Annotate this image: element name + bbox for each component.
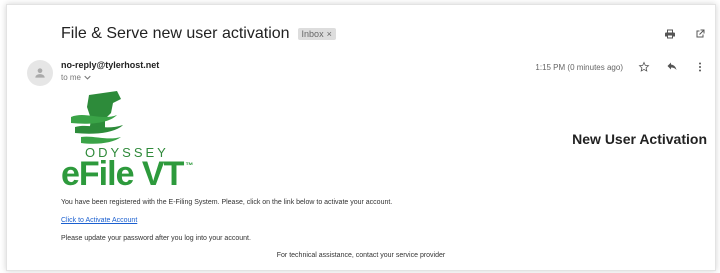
open-in-new-window-icon[interactable] — [693, 27, 707, 41]
recipient-line[interactable]: to me — [61, 73, 91, 82]
print-icon[interactable] — [663, 27, 677, 41]
inbox-label[interactable]: Inbox × — [297, 28, 336, 40]
person-icon — [35, 68, 45, 78]
remove-label-icon[interactable]: × — [327, 29, 332, 39]
logo-trademark: ™ — [185, 161, 193, 170]
page-heading: New User Activation — [572, 131, 707, 147]
password-update-message: Please update your password after you lo… — [61, 235, 251, 242]
star-icon[interactable] — [637, 60, 651, 74]
activate-account-link[interactable]: Click to Activate Account — [61, 217, 137, 224]
sender-address: no-reply@tylerhost.net — [61, 60, 160, 70]
subject-row: File & Serve new user activation Inbox × — [61, 25, 336, 43]
top-toolbar — [663, 27, 707, 41]
more-vert-icon[interactable] — [693, 60, 707, 74]
email-view: File & Serve new user activation Inbox ×… — [6, 4, 716, 271]
email-subject: File & Serve new user activation — [61, 25, 290, 42]
recipient-text: to me — [61, 73, 82, 82]
logo-efile-text: eFile VT ™ — [61, 155, 193, 194]
support-footer: For technical assistance, contact your s… — [276, 252, 446, 259]
chevron-down-icon[interactable] — [84, 74, 91, 81]
logo-efile-main: eFile VT — [61, 155, 184, 193]
registration-message: You have been registered with the E-Fili… — [61, 199, 393, 206]
reply-icon[interactable] — [665, 60, 679, 74]
inbox-label-text: Inbox — [301, 29, 324, 39]
timestamp: 1:15 PM (0 minutes ago) — [535, 62, 623, 72]
message-actions: 1:15 PM (0 minutes ago) — [535, 60, 707, 74]
sender-avatar[interactable] — [27, 60, 53, 86]
